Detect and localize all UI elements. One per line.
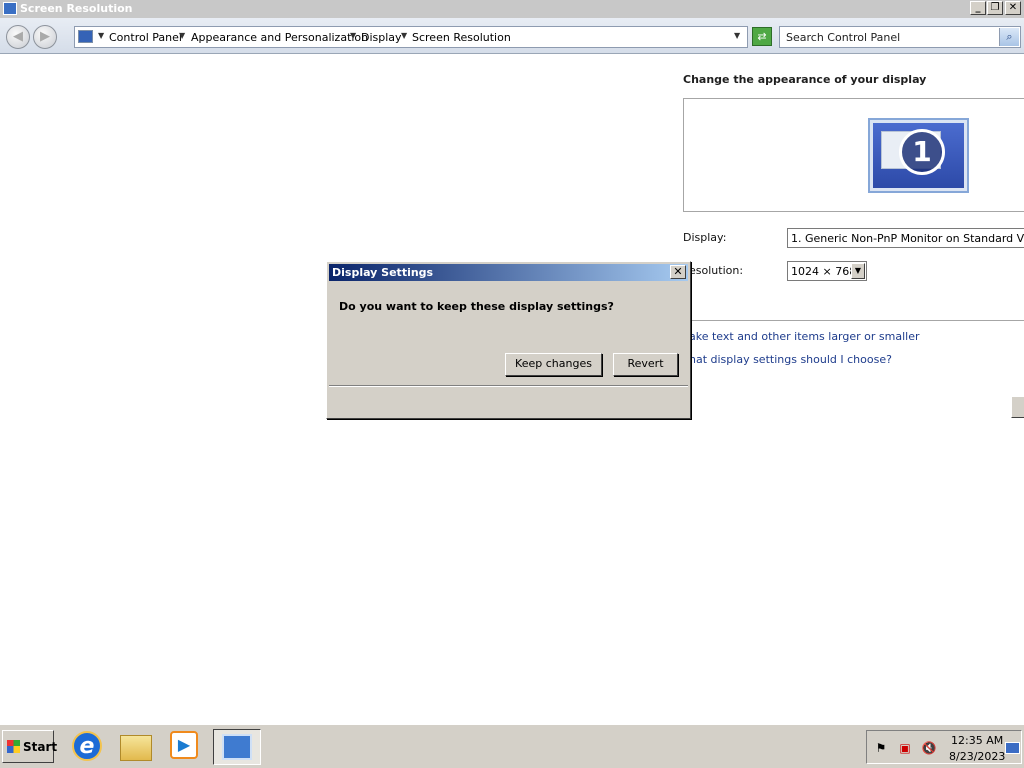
clock-time[interactable]: 12:35 AM bbox=[951, 734, 1003, 747]
display-settings-icon bbox=[222, 734, 252, 760]
chevron-down-icon[interactable]: ▼ bbox=[98, 31, 104, 40]
chevron-down-icon[interactable]: ▼ bbox=[350, 31, 356, 40]
dialog-title-bar[interactable]: Display Settings ✕ bbox=[329, 264, 688, 281]
ok-button-partial[interactable] bbox=[1011, 396, 1024, 418]
display-select-value: 1. Generic Non-PnP Monitor on Standard V… bbox=[791, 232, 1024, 245]
search-icon[interactable]: ⌕ bbox=[999, 28, 1019, 46]
breadcrumb-appearance[interactable]: Appearance and Personalization bbox=[191, 31, 368, 44]
navigation-bar: ◀ ▶ ▼ Control Panel ▼ Appearance and Per… bbox=[0, 18, 1024, 54]
maximize-button[interactable]: ❐ bbox=[987, 1, 1003, 15]
display-preview-area: 1 bbox=[683, 98, 1024, 212]
control-panel-icon bbox=[78, 30, 93, 43]
clock-date[interactable]: 8/23/2023 bbox=[949, 750, 1005, 763]
search-placeholder: Search Control Panel bbox=[786, 31, 901, 44]
minimize-button[interactable]: _ bbox=[970, 1, 986, 15]
monitor-number: 1 bbox=[899, 129, 945, 175]
breadcrumb-control-panel[interactable]: Control Panel bbox=[109, 31, 182, 44]
resolution-select[interactable]: 1024 × 768 ▼ bbox=[787, 261, 867, 281]
address-history-dropdown-icon[interactable]: ▼ bbox=[734, 31, 740, 40]
window-title: Screen Resolution bbox=[20, 2, 133, 15]
media-player-icon[interactable]: ▶ bbox=[170, 731, 202, 763]
dialog-close-button[interactable]: ✕ bbox=[670, 265, 686, 279]
start-button[interactable]: Start bbox=[2, 730, 58, 763]
dialog-divider-highlight bbox=[329, 386, 688, 387]
network-icon[interactable]: ▣ bbox=[897, 740, 913, 756]
breadcrumb-display[interactable]: Display bbox=[361, 31, 402, 44]
monitor-1-icon[interactable]: 1 bbox=[868, 118, 969, 193]
text-size-link[interactable]: ake text and other items larger or small… bbox=[689, 330, 920, 343]
show-desktop-icon[interactable] bbox=[1005, 742, 1020, 754]
screen-resolution-app-icon bbox=[3, 2, 17, 15]
display-select[interactable]: 1. Generic Non-PnP Monitor on Standard V… bbox=[787, 228, 1024, 248]
windows-logo-icon bbox=[7, 740, 20, 753]
windows-explorer-icon[interactable] bbox=[120, 731, 152, 763]
display-label: Display: bbox=[683, 231, 727, 244]
back-button[interactable]: ◀ bbox=[6, 25, 30, 49]
resolution-select-value: 1024 × 768 bbox=[791, 265, 857, 278]
notification-area: ⚑ ▣ 🔇 12:35 AM 8/23/2023 bbox=[866, 730, 1022, 764]
start-label: Start bbox=[23, 740, 58, 754]
chevron-down-icon[interactable]: ▼ bbox=[179, 31, 185, 40]
revert-button[interactable]: Revert bbox=[613, 353, 678, 376]
title-bar[interactable]: Screen Resolution _ ❐ ✕ bbox=[0, 0, 1024, 18]
forward-button[interactable]: ▶ bbox=[33, 25, 57, 49]
dialog-question: Do you want to keep these display settin… bbox=[339, 300, 614, 313]
flag-icon[interactable]: ⚑ bbox=[873, 740, 889, 756]
taskbar-item-screen-resolution[interactable] bbox=[213, 729, 261, 765]
resolution-label: esolution: bbox=[689, 264, 744, 277]
address-bar[interactable]: ▼ Control Panel ▼ Appearance and Persona… bbox=[74, 26, 748, 48]
dialog-title: Display Settings bbox=[332, 266, 434, 279]
chevron-down-icon[interactable]: ▼ bbox=[851, 263, 865, 279]
keep-changes-button[interactable]: Keep changes bbox=[505, 353, 602, 376]
divider bbox=[683, 320, 1024, 321]
breadcrumb-screen-resolution[interactable]: Screen Resolution bbox=[412, 31, 511, 44]
display-settings-help-link[interactable]: hat display settings should I choose? bbox=[689, 353, 892, 366]
refresh-button[interactable]: ⇄ bbox=[752, 27, 772, 46]
refresh-icon: ⇄ bbox=[757, 30, 767, 43]
taskbar: Start e ▶ ⚑ ▣ 🔇 12:35 AM 8/23/2023 bbox=[0, 724, 1024, 768]
internet-explorer-icon[interactable]: e bbox=[72, 731, 104, 763]
volume-muted-icon[interactable]: 🔇 bbox=[921, 740, 937, 756]
display-settings-dialog: Display Settings ✕ Do you want to keep t… bbox=[326, 261, 691, 419]
page-heading: Change the appearance of your display bbox=[683, 73, 927, 86]
close-button[interactable]: ✕ bbox=[1005, 1, 1021, 15]
chevron-down-icon[interactable]: ▼ bbox=[401, 31, 407, 40]
search-input[interactable]: Search Control Panel ⌕ bbox=[779, 26, 1021, 48]
